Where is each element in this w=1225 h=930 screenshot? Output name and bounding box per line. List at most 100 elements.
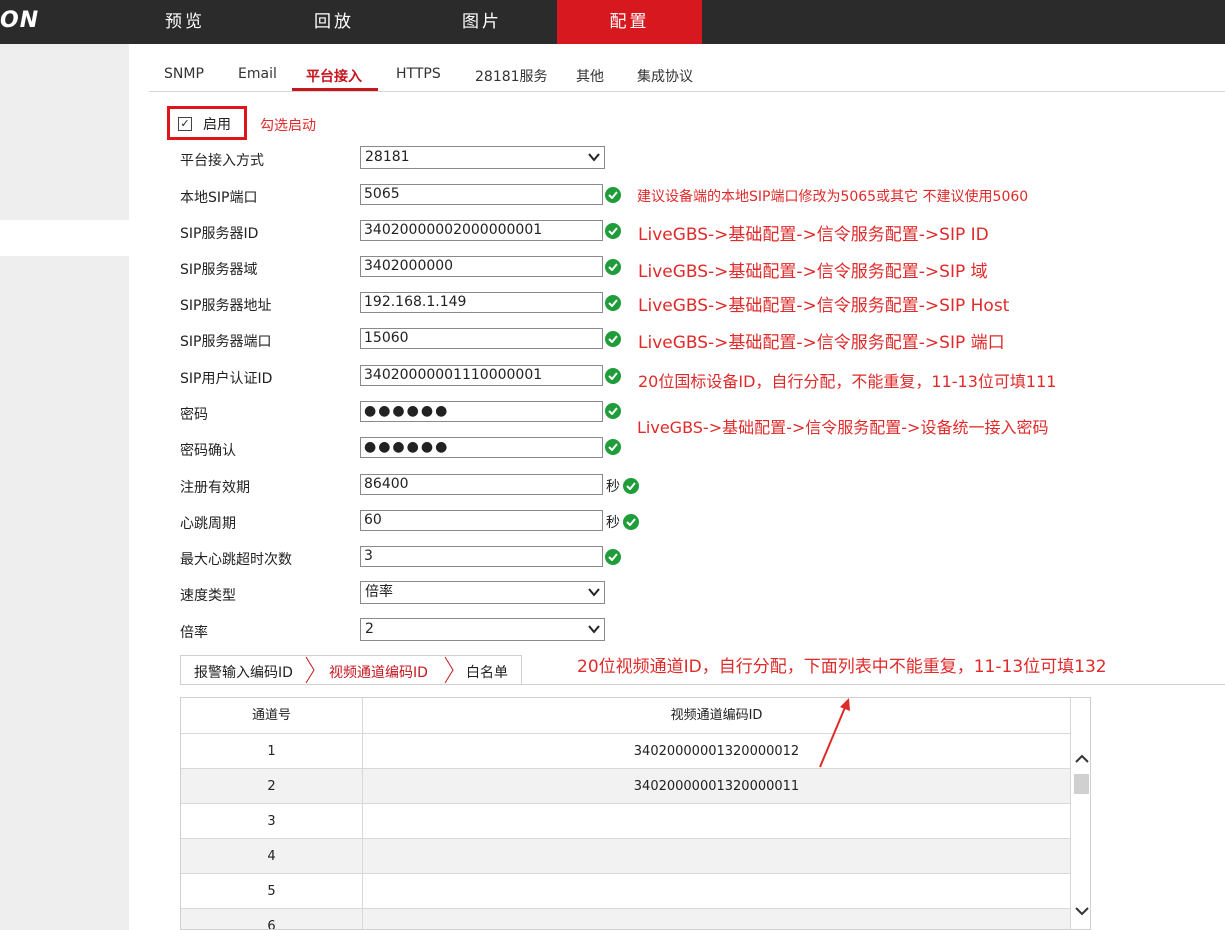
nav-preview[interactable]: 预览: [110, 0, 260, 44]
enable-checkbox[interactable]: ✓: [178, 117, 192, 131]
check-circle-icon: [605, 403, 621, 419]
table-row[interactable]: 2 34020000001320000011: [181, 768, 1070, 803]
register-validity-input[interactable]: 86400: [360, 474, 603, 495]
sip-server-address-label: SIP服务器地址: [180, 298, 272, 314]
speed-type-label: 速度类型: [180, 588, 236, 604]
tab-video-channel-code-id[interactable]: 视频通道编码ID: [329, 662, 428, 682]
table-row[interactable]: 3: [181, 803, 1070, 838]
tab-separator-icon: [444, 656, 454, 684]
heartbeat-period-unit: 秒: [606, 515, 620, 531]
sip-user-auth-id-label: SIP用户认证ID: [180, 371, 273, 387]
sub-tab-bar: SNMP Email 平台接入 HTTPS 28181服务 其他 集成协议: [149, 62, 1225, 92]
access-mode-select[interactable]: 28181: [360, 146, 605, 169]
password-confirm-label: 密码确认: [180, 443, 236, 459]
sip-server-port-label: SIP服务器端口: [180, 334, 272, 350]
row-channel: 3: [267, 814, 276, 829]
check-circle-icon: [623, 478, 639, 494]
sip-server-address-input[interactable]: 192.168.1.149: [360, 292, 603, 313]
table-row[interactable]: 5: [181, 873, 1070, 908]
sip-server-id-note: LiveGBS->基础配置->信令服务配置->SIP ID: [638, 225, 989, 245]
row-channel-id: 34020000001320000011: [633, 779, 800, 794]
sip-server-address-note: LiveGBS->基础配置->信令服务配置->SIP Host: [638, 296, 1010, 316]
password-confirm-input[interactable]: ●●●●●●: [360, 437, 603, 458]
brand-logo: ON: [0, 8, 40, 33]
register-validity-unit: 秒: [606, 479, 620, 495]
column-header-channel: 通道号: [251, 708, 291, 723]
table-row[interactable]: 1 34020000001320000012: [181, 733, 1070, 768]
tab-28181-service[interactable]: 28181服务: [475, 66, 548, 86]
column-header-video-channel-id: 视频通道编码ID: [670, 708, 763, 723]
active-tab-indicator: [292, 88, 378, 91]
password-label: 密码: [180, 407, 208, 423]
row-channel: 5: [267, 884, 276, 899]
left-sidebar: [0, 44, 129, 930]
access-mode-value: 28181: [365, 149, 410, 165]
sip-server-port-note: LiveGBS->基础配置->信令服务配置->SIP 端口: [638, 333, 1005, 353]
nav-picture[interactable]: 图片: [408, 0, 556, 44]
row-channel-id: [363, 909, 1070, 929]
sip-server-domain-label: SIP服务器域: [180, 262, 258, 278]
channel-tab-line: [522, 684, 1225, 685]
local-sip-port-input[interactable]: 5065: [360, 184, 603, 205]
chevron-down-icon: [588, 588, 600, 597]
sidebar-selected-item[interactable]: [0, 220, 129, 256]
password-input[interactable]: ●●●●●●: [360, 401, 603, 422]
local-sip-port-note: 建议设备端的本地SIP端口修改为5065或其它 不建议使用5060: [637, 189, 1029, 205]
rate-label: 倍率: [180, 625, 208, 641]
tab-separator-icon: [305, 656, 315, 684]
channel-table: 通道号 视频通道编码ID 1 34020000001320000012 2 34…: [180, 697, 1091, 930]
table-row[interactable]: 4: [181, 838, 1070, 873]
top-nav-bar: ON 预览 回放 图片 配置: [0, 0, 1225, 44]
max-heartbeat-timeouts-input[interactable]: 3: [360, 546, 603, 567]
row-channel: 4: [267, 849, 276, 864]
chevron-up-icon[interactable]: [1075, 754, 1089, 764]
nav-playback[interactable]: 回放: [260, 0, 408, 44]
check-circle-icon: [605, 331, 621, 347]
tab-other[interactable]: 其他: [576, 66, 604, 86]
check-circle-icon: [605, 187, 621, 203]
tab-alarm-input-code-id[interactable]: 报警输入编码ID: [194, 662, 293, 682]
speed-type-select[interactable]: 倍率: [360, 581, 605, 604]
channel-tab-bar: 报警输入编码ID 视频通道编码ID 白名单: [180, 655, 522, 685]
check-circle-icon: [605, 439, 621, 455]
column-divider: [362, 698, 363, 929]
tab-email[interactable]: Email: [238, 66, 277, 82]
nav-configuration[interactable]: 配置: [557, 0, 702, 44]
check-circle-icon: [605, 259, 621, 275]
check-circle-icon: [605, 368, 621, 384]
tab-platform-access[interactable]: 平台接入: [306, 66, 362, 86]
table-row[interactable]: 6: [181, 908, 1070, 930]
tab-snmp[interactable]: SNMP: [164, 66, 204, 82]
channel-note: 20位视频通道ID，自行分配，下面列表中不能重复，11-13位可填132: [577, 657, 1107, 677]
check-circle-icon: [605, 295, 621, 311]
access-mode-label: 平台接入方式: [180, 153, 264, 169]
row-channel: 6: [267, 919, 276, 930]
tab-whitelist[interactable]: 白名单: [466, 662, 508, 682]
sip-server-domain-input[interactable]: 3402000000: [360, 256, 603, 277]
check-circle-icon: [605, 549, 621, 565]
row-channel-id: 34020000001320000012: [633, 744, 800, 759]
heartbeat-period-label: 心跳周期: [180, 516, 236, 532]
sip-server-id-label: SIP服务器ID: [180, 226, 259, 242]
row-channel: 2: [267, 779, 276, 794]
rate-value: 2: [365, 621, 374, 637]
speed-type-value: 倍率: [365, 584, 393, 600]
rate-select[interactable]: 2: [360, 618, 605, 641]
tab-https[interactable]: HTTPS: [396, 66, 441, 82]
sip-user-auth-id-note: 20位国标设备ID，自行分配，不能重复，11-13位可填111: [638, 372, 1057, 391]
tab-integration-protocol[interactable]: 集成协议: [637, 66, 693, 86]
sip-server-id-input[interactable]: 34020000002000000001: [360, 220, 603, 241]
sip-server-domain-note: LiveGBS->基础配置->信令服务配置->SIP 域: [638, 262, 988, 282]
enable-label: 启用: [203, 117, 231, 133]
sip-server-port-input[interactable]: 15060: [360, 328, 603, 349]
check-circle-icon: [605, 223, 621, 239]
enable-note: 勾选启动: [260, 118, 316, 134]
row-channel-id: [363, 804, 1070, 839]
sip-user-auth-id-input[interactable]: 34020000001110000001: [360, 365, 603, 386]
annotation-arrow-icon: [819, 698, 850, 768]
scrollbar-thumb[interactable]: [1074, 774, 1089, 794]
chevron-down-icon[interactable]: [1075, 906, 1089, 916]
row-channel-id: [363, 839, 1070, 874]
chevron-down-icon: [588, 625, 600, 634]
heartbeat-period-input[interactable]: 60: [360, 510, 603, 531]
